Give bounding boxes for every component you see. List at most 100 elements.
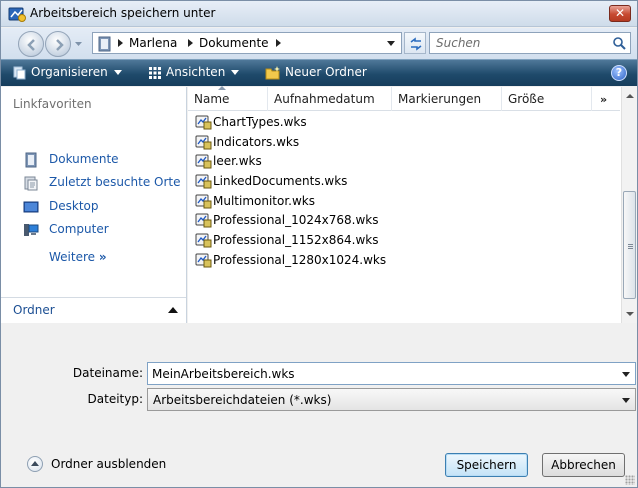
- hide-folders-label: Ordner ausblenden: [51, 457, 167, 471]
- workspace-file-icon: [195, 174, 212, 189]
- breadcrumb-dokumente[interactable]: Dokumente: [199, 36, 269, 50]
- file-row[interactable]: Professional_1024x768.wks: [188, 211, 620, 231]
- folder-icon: [98, 36, 111, 52]
- file-name: Professional_1280x1024.wks: [213, 252, 387, 267]
- collapse-up-icon[interactable]: [27, 456, 43, 472]
- help-button[interactable]: ?: [611, 65, 627, 81]
- column-size[interactable]: Größe: [502, 87, 592, 111]
- scroll-up-icon[interactable]: [626, 94, 634, 98]
- arrow-left-icon: [27, 39, 35, 51]
- more-columns-button[interactable]: »: [600, 93, 607, 106]
- file-row[interactable]: leer.wks: [188, 152, 620, 172]
- more-favorites-link[interactable]: Weitere »: [49, 250, 107, 264]
- filename-label: Dateiname:: [72, 366, 143, 380]
- file-row[interactable]: Professional_1280x1024.wks: [188, 251, 620, 271]
- chevron-down-icon[interactable]: [622, 398, 630, 403]
- column-label: Aufnahmedatum: [274, 92, 375, 106]
- filename-field[interactable]: [147, 362, 636, 385]
- workspace-file-icon: [195, 194, 212, 209]
- file-name: leer.wks: [213, 154, 262, 169]
- views-label: Ansichten: [166, 65, 226, 79]
- double-chevron-right-icon: »: [98, 250, 107, 264]
- views-icon: [149, 66, 161, 79]
- close-button[interactable]: ✕: [609, 5, 631, 22]
- file-row[interactable]: Multimonitor.wks: [188, 192, 620, 212]
- file-row[interactable]: ChartTypes.wks: [188, 113, 620, 133]
- cancel-button[interactable]: Abbrechen: [542, 453, 625, 477]
- recent-places-icon: [24, 176, 38, 191]
- more-label: Weitere: [49, 250, 96, 264]
- breadcrumb-marlena[interactable]: Marlena: [129, 36, 177, 50]
- breadcrumb-arrow-icon[interactable]: [276, 39, 281, 47]
- favorite-label: Computer: [49, 222, 109, 236]
- navigation-pane: Linkfavoriten Dokumente Zuletzt besuchte…: [1, 87, 187, 323]
- address-row: Marlena Dokumente Suchen: [1, 28, 637, 59]
- file-rows: ChartTypes.wks Indicators.wks leer.wks L…: [188, 113, 620, 271]
- file-row[interactable]: Professional_1152x864.wks: [188, 231, 620, 251]
- forward-button[interactable]: [45, 31, 71, 57]
- workspace-file-icon: [195, 115, 212, 130]
- address-dropdown-icon[interactable]: [387, 41, 395, 46]
- search-input[interactable]: Suchen: [429, 32, 631, 54]
- documents-icon: [25, 152, 37, 168]
- chevron-down-icon[interactable]: [622, 372, 630, 377]
- resize-grip-icon[interactable]: [625, 475, 635, 485]
- file-name: Indicators.wks: [213, 134, 300, 149]
- workspace-file-icon: [195, 154, 212, 169]
- file-list: Name Aufnahmedatum Markierungen Größe » …: [188, 86, 637, 323]
- command-toolbar: Organisieren Ansichten Neuer Ordner ?: [1, 59, 637, 86]
- favorite-label: Dokumente: [49, 152, 119, 166]
- favorite-label: Desktop: [49, 199, 99, 213]
- back-button[interactable]: [18, 31, 44, 57]
- file-row[interactable]: LinkedDocuments.wks: [188, 172, 620, 192]
- workspace-file-icon: [195, 213, 212, 228]
- file-name: LinkedDocuments.wks: [213, 174, 348, 189]
- breadcrumb-arrow-icon[interactable]: [188, 39, 193, 47]
- refresh-icon: [410, 37, 422, 51]
- title-bar: Arbeitsbereich speichern unter ✕: [1, 1, 637, 27]
- organize-menu[interactable]: Organisieren: [13, 65, 122, 80]
- refresh-button[interactable]: [404, 32, 426, 54]
- workspace-file-icon: [195, 233, 212, 248]
- workspace-file-icon: [195, 135, 212, 150]
- app-icon: [8, 7, 26, 22]
- filetype-select[interactable]: Arbeitsbereichdateien (*.wks): [147, 388, 636, 411]
- search-placeholder: Suchen: [436, 36, 481, 50]
- search-icon[interactable]: [612, 36, 627, 51]
- new-folder-icon: [265, 65, 280, 79]
- chevron-down-icon: [231, 70, 240, 75]
- computer-icon: [24, 224, 39, 236]
- save-button[interactable]: Speichern: [445, 453, 528, 477]
- column-label: Markierungen: [398, 92, 482, 106]
- chevron-down-icon: [113, 70, 122, 75]
- window-title: Arbeitsbereich speichern unter: [30, 6, 216, 20]
- breadcrumb-arrow-icon[interactable]: [118, 39, 123, 47]
- chevron-up-icon[interactable]: [168, 307, 178, 313]
- file-list-scrollbar[interactable]: [621, 87, 637, 323]
- organize-icon: [13, 66, 26, 79]
- column-date[interactable]: Aufnahmedatum: [268, 87, 392, 111]
- views-menu[interactable]: Ansichten: [148, 65, 240, 80]
- address-bar[interactable]: Marlena Dokumente: [92, 32, 402, 54]
- column-header: Name Aufnahmedatum Markierungen Größe »: [188, 86, 620, 111]
- column-tags[interactable]: Markierungen: [392, 87, 502, 111]
- column-label: Name: [194, 92, 230, 106]
- file-name: Multimonitor.wks: [213, 193, 316, 208]
- filetype-label: Dateityp:: [87, 392, 143, 406]
- arrow-right-icon: [56, 39, 64, 51]
- new-folder-button[interactable]: Neuer Ordner: [265, 65, 367, 80]
- save-workspace-dialog: Arbeitsbereich speichern unter ✕ Marlena: [0, 0, 638, 488]
- organize-label: Organisieren: [31, 65, 108, 79]
- filename-input[interactable]: [152, 365, 612, 382]
- file-name: ChartTypes.wks: [213, 115, 307, 129]
- scroll-down-icon[interactable]: [626, 312, 634, 316]
- file-row[interactable]: Indicators.wks: [188, 133, 620, 153]
- grip-icon: [628, 244, 633, 245]
- workspace-file-icon: [195, 253, 212, 268]
- new-folder-label: Neuer Ordner: [285, 65, 367, 79]
- recent-pages-dropdown[interactable]: [74, 39, 83, 48]
- folders-toggle-bar[interactable]: Ordner: [1, 297, 186, 323]
- column-name[interactable]: Name: [188, 86, 268, 111]
- column-label: Größe: [508, 92, 545, 106]
- scroll-thumb[interactable]: [623, 191, 636, 299]
